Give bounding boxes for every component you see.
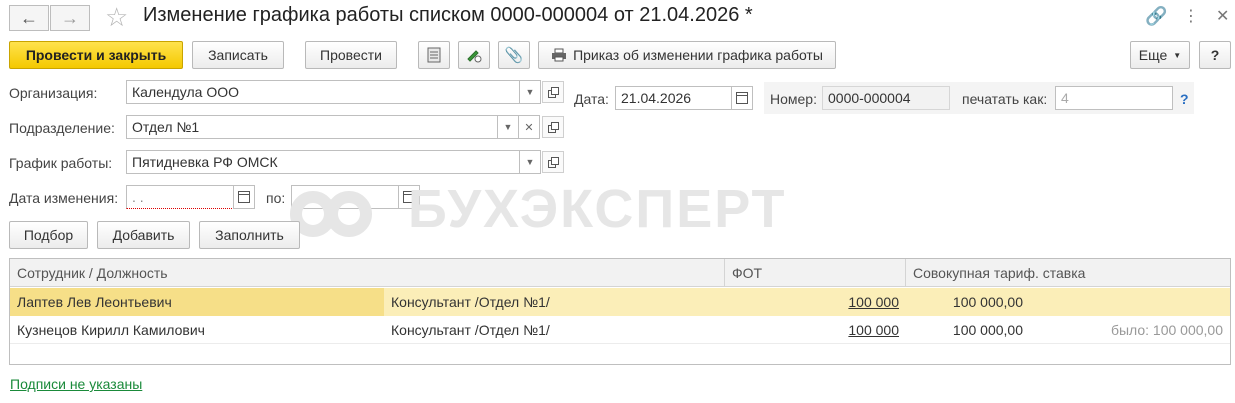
help-button[interactable]: ? — [1199, 41, 1231, 69]
select-button[interactable]: Подбор — [9, 221, 88, 249]
print-as-field[interactable]: 4 — [1055, 86, 1173, 110]
table-row[interactable]: Лаптев Лев Леонтьевич Консультант /Отдел… — [10, 288, 1230, 316]
organization-label: Организация: — [9, 85, 98, 101]
chevron-down-icon: ▼ — [503, 122, 513, 132]
chevron-down-icon: ▼ — [1173, 50, 1182, 60]
more-button[interactable]: Еще ▼ — [1130, 41, 1190, 69]
change-date-from-field[interactable]: . . — [126, 185, 234, 209]
edit-signature-button[interactable] — [458, 41, 490, 69]
chevron-down-icon: ▼ — [525, 157, 535, 167]
department-clear-button[interactable]: ✕ — [518, 115, 540, 139]
date-field[interactable]: 21.04.2026 — [615, 86, 733, 110]
chevron-down-icon: ▼ — [525, 87, 535, 97]
print-order-label: Приказ об изменении графика работы — [573, 47, 823, 63]
number-field[interactable]: 0000-000004 — [822, 86, 950, 110]
schedule-dropdown-button[interactable]: ▼ — [519, 150, 541, 174]
column-header-rate[interactable]: Совокупная тариф. ставка — [906, 259, 1230, 287]
fot-cell-link[interactable]: 100 000 — [725, 316, 906, 344]
was-cell — [1030, 288, 1230, 316]
watermark-text: БУХЭКСПЕРТ — [408, 179, 787, 239]
close-icon[interactable]: ✕ — [1216, 6, 1229, 26]
position-cell: Консультант /Отдел №1/ — [391, 294, 550, 310]
schedule-label: График работы: — [9, 155, 113, 171]
open-window-icon — [547, 86, 559, 98]
link-icon[interactable]: 🔗 — [1145, 6, 1167, 27]
clear-icon: ✕ — [524, 121, 534, 134]
schedule-field[interactable]: Пятидневка РФ ОМСК — [126, 150, 520, 174]
rate-cell: 100 000,00 — [952, 294, 1023, 310]
print-as-help-link[interactable]: ? — [1180, 91, 1189, 107]
employee-cell: Лаптев Лев Леонтьевич — [10, 288, 384, 316]
calendar-icon — [238, 191, 250, 203]
to-label: по: — [266, 190, 286, 206]
position-cell: Консультант /Отдел №1/ — [391, 322, 550, 338]
organization-dropdown-button[interactable]: ▼ — [519, 80, 541, 104]
organization-field[interactable]: Календула ООО — [126, 80, 520, 104]
date-calendar-button[interactable] — [731, 86, 753, 110]
more-vertical-icon[interactable]: ⋮ — [1183, 6, 1199, 26]
pen-edit-icon — [467, 50, 482, 63]
forward-button[interactable]: → — [50, 5, 90, 31]
post-and-close-button[interactable]: Провести и закрыть — [9, 41, 183, 69]
fot-cell-link[interactable]: 100 000 — [725, 288, 906, 316]
organization-open-button[interactable] — [542, 81, 564, 103]
employee-cell: Кузнецов Кирилл Камилович — [17, 322, 205, 338]
more-label: Еще — [1138, 47, 1168, 63]
add-button[interactable]: Добавить — [97, 221, 190, 249]
change-date-label: Дата изменения: — [9, 190, 119, 206]
paperclip-icon: 📎 — [504, 47, 524, 64]
department-open-button[interactable] — [542, 116, 564, 138]
signatures-link[interactable]: Подписи не указаны — [10, 376, 142, 392]
department-label: Подразделение: — [9, 120, 115, 136]
print-order-button[interactable]: Приказ об изменении графика работы — [538, 41, 836, 69]
print-as-label: печатать как: — [962, 91, 1048, 107]
open-window-icon — [547, 156, 559, 168]
date-label: Дата: — [574, 91, 609, 107]
calendar-icon — [403, 191, 415, 203]
change-date-to-field[interactable]: . . — [291, 185, 399, 209]
calendar-icon — [736, 92, 748, 104]
back-button[interactable]: ← — [9, 5, 49, 31]
printer-icon — [552, 48, 567, 62]
journal-button[interactable] — [418, 41, 450, 69]
rate-cell: 100 000,00 — [952, 322, 1023, 338]
employees-table: Сотрудник / Должность ФОТ Совокупная тар… — [9, 258, 1231, 365]
was-cell: было: 100 000,00 — [1110, 322, 1223, 338]
arrow-left-icon: ← — [20, 7, 38, 28]
department-field[interactable]: Отдел №1 — [126, 115, 498, 139]
attachments-button[interactable]: 📎 — [498, 41, 530, 69]
department-dropdown-button[interactable]: ▼ — [497, 115, 519, 139]
number-label: Номер: — [770, 91, 817, 107]
column-header-employee[interactable]: Сотрудник / Должность — [10, 259, 725, 287]
save-button[interactable]: Записать — [192, 41, 284, 69]
schedule-open-button[interactable] — [542, 151, 564, 173]
post-button[interactable]: Провести — [305, 41, 397, 69]
table-row[interactable]: Кузнецов Кирилл Камилович Консультант /О… — [10, 316, 1230, 344]
change-date-to-calendar-button[interactable] — [398, 185, 420, 209]
open-window-icon — [547, 121, 559, 133]
document-list-icon — [427, 47, 441, 63]
fill-button[interactable]: Заполнить — [199, 221, 300, 249]
column-header-fot[interactable]: ФОТ — [725, 259, 906, 287]
arrow-right-icon: → — [61, 7, 79, 28]
favorite-star-icon[interactable]: ☆ — [105, 2, 128, 33]
change-date-from-calendar-button[interactable] — [233, 185, 255, 209]
window-title: Изменение графика работы списком 0000-00… — [143, 4, 753, 26]
